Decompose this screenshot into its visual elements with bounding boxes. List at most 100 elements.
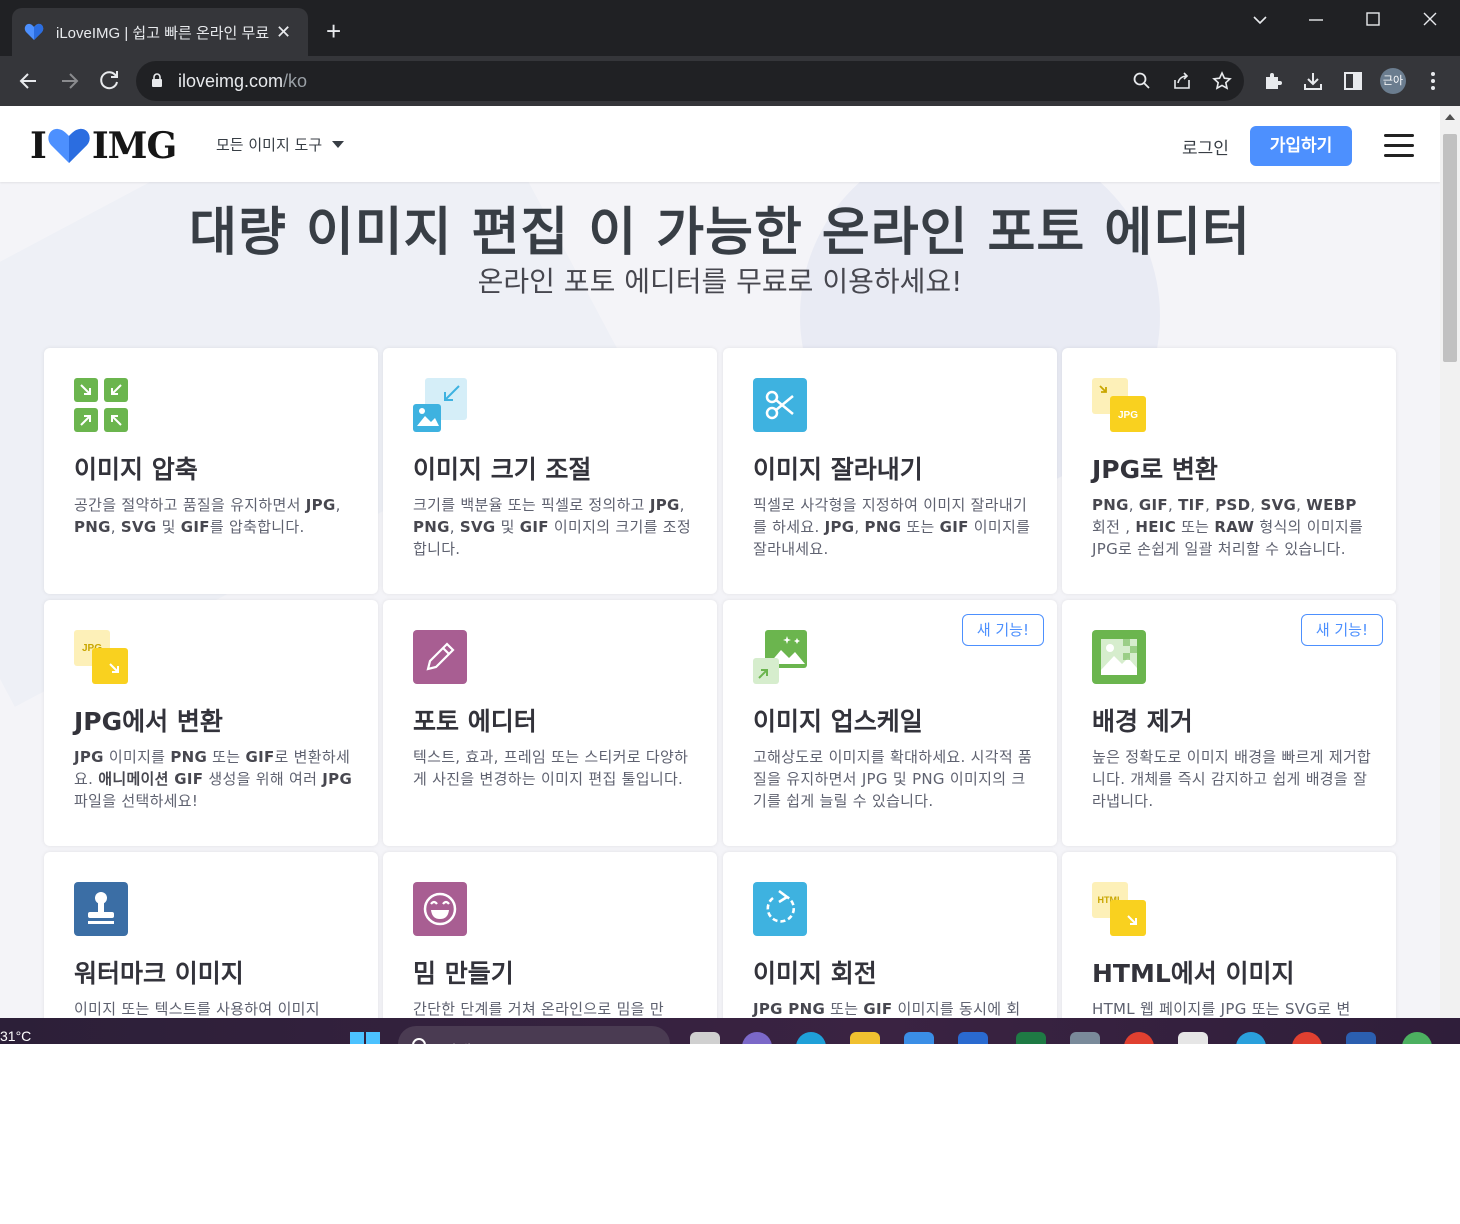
profile-avatar[interactable]: 근아 xyxy=(1380,68,1406,94)
globe-icon[interactable] xyxy=(1402,1032,1432,1044)
telegram-icon[interactable] xyxy=(1236,1032,1266,1044)
file-explorer-icon[interactable] xyxy=(850,1032,880,1044)
tool-card[interactable]: JPG JPG에서 변환 JPG 이미지를 PNG 또는 GIF로 변환하세요. … xyxy=(44,600,378,846)
tool-card-description: 크기를 백분율 또는 픽셀로 정의하고 JPG, PNG, SVG 및 GIF … xyxy=(413,496,691,558)
search-icon[interactable] xyxy=(1132,71,1152,91)
tool-card-title: 이미지 회전 xyxy=(753,959,877,988)
tool-card[interactable]: JPG JPG로 변환 PNG, GIF, TIF, PSD, SVG, WEBP … xyxy=(1062,348,1396,594)
browser-tab-bar: iLoveIMG | 쉽고 빠른 온라인 무료 ✕ + xyxy=(0,0,1460,56)
iloveimg-favicon-icon xyxy=(24,23,44,40)
windows-taskbar: 31°C 검색 xyxy=(0,1018,1460,1044)
side-panel-icon[interactable] xyxy=(1342,70,1364,92)
excel-icon[interactable] xyxy=(1016,1032,1046,1044)
heart-logo-icon xyxy=(48,128,90,163)
reload-icon[interactable] xyxy=(96,68,122,94)
tool-card[interactable]: 밈 만들기간단한 단계를 거쳐 온라인으로 밈을 만 xyxy=(383,852,717,1018)
lock-icon[interactable] xyxy=(152,73,162,87)
scissors-icon xyxy=(753,378,807,432)
tool-card[interactable]: 이미지 크기 조절크기를 백분율 또는 픽셀로 정의하고 JPG, PNG, S… xyxy=(383,348,717,594)
address-bar[interactable]: iloveimg.com/ko xyxy=(136,61,1244,101)
share-icon[interactable] xyxy=(1172,71,1192,91)
extensions-puzzle-icon[interactable] xyxy=(1262,70,1284,92)
url-text[interactable]: iloveimg.com/ko xyxy=(178,71,307,92)
site-header: I IMG 모든 이미지 도구 로그인 가입하기 xyxy=(0,106,1440,182)
tool-card-description: 텍스트, 효과, 프레임 또는 스티커로 다양하게 사진을 변경하는 이미지 편… xyxy=(413,748,689,788)
login-link[interactable]: 로그인 xyxy=(1182,134,1229,159)
tool-card[interactable]: 워터마크 이미지 이미지 또는 텍스트를 사용하여 이미지 xyxy=(44,852,378,1018)
hamburger-menu-icon[interactable] xyxy=(1384,134,1414,158)
html-icon: HTML xyxy=(1092,882,1146,936)
forward-arrow-icon[interactable] xyxy=(56,68,82,94)
new-feature-badge: 새 기능! xyxy=(961,614,1044,646)
word-icon[interactable] xyxy=(1346,1032,1376,1044)
page-scrollbar[interactable] xyxy=(1440,106,1460,1018)
tool-card-title: JPG에서 변환 xyxy=(74,707,223,736)
new-tab-button[interactable]: + xyxy=(326,18,341,44)
tool-card-description: 이미지 또는 텍스트를 사용하여 이미지 xyxy=(74,1000,320,1018)
tool-card-title: 이미지 잘라내기 xyxy=(753,455,923,484)
tab-title: iLoveIMG | 쉽고 빠른 온라인 무료 xyxy=(56,24,270,42)
caret-down-icon xyxy=(332,141,345,148)
chrome-icon[interactable] xyxy=(1124,1032,1154,1044)
tool-card[interactable]: 이미지 업스케일고해상도로 이미지를 확대하세요. 시각적 품질을 유지하면서 … xyxy=(723,600,1057,846)
mail-icon[interactable] xyxy=(958,1032,988,1044)
resize-icon xyxy=(413,378,467,432)
edge-icon[interactable] xyxy=(796,1032,826,1044)
to-jpg-icon: JPG xyxy=(1092,378,1146,432)
back-arrow-icon[interactable] xyxy=(16,68,42,94)
window-close-icon[interactable] xyxy=(1423,12,1437,26)
tool-card-description: 픽셀로 사각형을 지정하여 이미지 잘라내기를 하세요. JPG, PNG 또는… xyxy=(753,496,1031,558)
bookmark-star-icon[interactable] xyxy=(1212,71,1232,91)
tool-card-title: 배경 제거 xyxy=(1092,707,1193,736)
calculator-icon[interactable] xyxy=(1070,1032,1100,1044)
tool-card[interactable]: 이미지 압축 공간을 절약하고 품질을 유지하면서 JPG, PNG, SVG 및… xyxy=(44,348,378,594)
tool-card-description: 간단한 단계를 거쳐 온라인으로 밈을 만 xyxy=(413,1000,664,1018)
tool-card[interactable]: 배경 제거높은 정확도로 이미지 배경을 빠르게 제거합니다. 개체를 즉시 감… xyxy=(1062,600,1396,846)
signup-button[interactable]: 가입하기 xyxy=(1250,126,1352,166)
minimize-icon[interactable] xyxy=(1308,18,1324,22)
tool-card-title: JPG로 변환 xyxy=(1092,455,1218,484)
tab-search-chevron-icon[interactable] xyxy=(1252,14,1268,26)
upscale-icon xyxy=(753,630,807,684)
page-viewport: I IMG 모든 이미지 도구 로그인 가입하기 대량 이미지 편집 이 가능한… xyxy=(0,106,1440,1018)
taskbar-search-box[interactable]: 검색 xyxy=(398,1026,670,1044)
browser-tab[interactable]: iLoveIMG | 쉽고 빠른 온라인 무료 ✕ xyxy=(12,8,308,56)
from-jpg-icon: JPG xyxy=(74,630,128,684)
tool-card-description: JPG PNG 또는 GIF 이미지를 동시에 회 xyxy=(753,1000,1021,1018)
tool-card-description: PNG, GIF, TIF, PSD, SVG, WEBP 회전 , HEIC … xyxy=(1092,496,1364,558)
remove-bg-icon xyxy=(1092,630,1146,684)
tool-card[interactable]: HTML HTML에서 이미지 HTML 웹 페이지를 JPG 또는 SVG로 변 xyxy=(1062,852,1396,1018)
windows-start-icon[interactable] xyxy=(350,1032,380,1044)
all-tools-dropdown[interactable]: 모든 이미지 도구 xyxy=(216,134,345,155)
svg-text:JPG: JPG xyxy=(1118,410,1138,421)
hero-subtitle: 온라인 포토 에디터를 무료로 이용하세요! xyxy=(477,265,963,298)
tool-card-title: 이미지 압축 xyxy=(74,455,198,484)
new-feature-badge: 새 기능! xyxy=(1300,614,1383,646)
chrome-profile-icon[interactable] xyxy=(1292,1032,1322,1044)
pencil-icon xyxy=(413,630,467,684)
search-icon xyxy=(412,1038,426,1044)
tool-card-title: 이미지 크기 조절 xyxy=(413,455,592,484)
download-icon[interactable] xyxy=(1302,70,1324,92)
notepad-icon[interactable] xyxy=(1178,1032,1208,1044)
tool-card-title: HTML에서 이미지 xyxy=(1092,959,1295,988)
browser-toolbar: iloveimg.com/ko 근아 xyxy=(0,56,1460,106)
store-icon[interactable] xyxy=(904,1032,934,1044)
tool-card[interactable]: 포토 에디터 텍스트, 효과, 프레임 또는 스티커로 다양하게 사진을 변경하는… xyxy=(383,600,717,846)
teams-icon[interactable] xyxy=(742,1032,772,1044)
iloveimg-logo[interactable]: I IMG xyxy=(30,125,177,167)
compress-icon xyxy=(74,378,128,432)
tool-card-description: 높은 정확도로 이미지 배경을 빠르게 제거합니다. 개체를 즉시 감지하고 쉽… xyxy=(1092,748,1372,810)
scroll-up-arrow-icon[interactable] xyxy=(1445,114,1455,120)
close-tab-icon[interactable]: ✕ xyxy=(276,22,291,43)
maximize-icon[interactable] xyxy=(1366,12,1380,26)
taskbar-app-icon[interactable] xyxy=(690,1032,720,1044)
menu-kebab-icon[interactable] xyxy=(1422,70,1444,92)
tool-card-title: 밈 만들기 xyxy=(413,959,514,988)
tool-card[interactable]: 이미지 잘라내기픽셀로 사각형을 지정하여 이미지 잘라내기를 하세요. JPG… xyxy=(723,348,1057,594)
scrollbar-thumb[interactable] xyxy=(1443,134,1457,362)
tool-card-title: 이미지 업스케일 xyxy=(753,707,923,736)
tool-card-description: 고해상도로 이미지를 확대하세요. 시각적 품질을 유지하면서 JPG 및 PN… xyxy=(753,748,1033,810)
tool-card[interactable]: 이미지 회전 JPG PNG 또는 GIF 이미지를 동시에 회 xyxy=(723,852,1057,1018)
weather-temperature[interactable]: 31°C xyxy=(0,1028,31,1044)
